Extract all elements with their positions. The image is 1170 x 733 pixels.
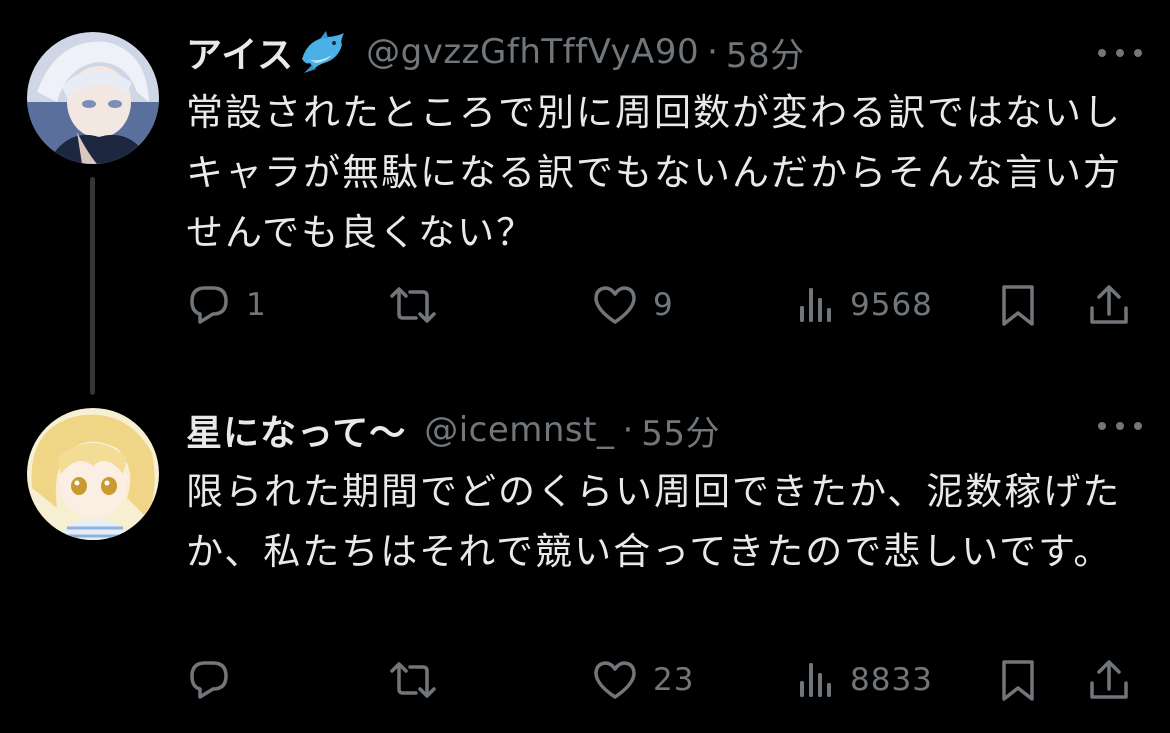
action-bar: 23 8833 bbox=[186, 655, 1146, 705]
heart-icon bbox=[591, 282, 639, 328]
reply-count: 1 bbox=[246, 287, 267, 323]
reply-icon bbox=[186, 657, 232, 703]
avatar[interactable] bbox=[27, 408, 159, 540]
reply-button[interactable]: 1 bbox=[186, 280, 267, 330]
views-button[interactable]: 9568 bbox=[796, 280, 933, 330]
tweet[interactable]: 星になって〜 @icemnst_ · 55分 限られた期間でどのくらい周回できた… bbox=[0, 380, 1170, 733]
heart-icon bbox=[591, 657, 639, 703]
like-button[interactable]: 9 bbox=[591, 280, 674, 330]
views-icon bbox=[796, 282, 836, 328]
handle[interactable]: @gvzzGfhTffVyA90 bbox=[366, 32, 699, 72]
avatar[interactable] bbox=[27, 32, 159, 164]
share-icon bbox=[1086, 282, 1132, 328]
share-button[interactable] bbox=[1086, 655, 1132, 705]
more-icon[interactable] bbox=[1098, 416, 1142, 436]
bookmark-button[interactable] bbox=[996, 280, 1040, 330]
like-button[interactable]: 23 bbox=[591, 655, 694, 705]
thread-line bbox=[90, 177, 95, 395]
reply-icon bbox=[186, 282, 232, 328]
timestamp[interactable]: 58分 bbox=[726, 28, 805, 77]
retweet-button[interactable] bbox=[386, 655, 454, 705]
tweet-header: 星になって〜 @icemnst_ · 55分 bbox=[186, 406, 720, 454]
share-icon bbox=[1086, 657, 1132, 703]
tweet-text: 常設されたところで別に周回数が変わる訳ではないしキャラが無駄になる訳でもないんだ… bbox=[186, 91, 1122, 254]
like-count: 23 bbox=[653, 662, 695, 698]
display-name[interactable]: アイス bbox=[186, 26, 294, 78]
retweet-button[interactable] bbox=[386, 280, 454, 330]
tweet-header: アイス @gvzzGfhTffVyA90 · 58分 bbox=[186, 28, 805, 76]
view-count: 8833 bbox=[850, 662, 933, 698]
more-icon[interactable] bbox=[1098, 43, 1142, 63]
bookmark-icon bbox=[996, 282, 1040, 328]
retweet-icon bbox=[386, 282, 440, 328]
separator: · bbox=[707, 32, 718, 72]
views-icon bbox=[796, 657, 836, 703]
dolphin-emoji-icon bbox=[298, 29, 348, 75]
bookmark-icon bbox=[996, 657, 1040, 703]
views-button[interactable]: 8833 bbox=[796, 655, 933, 705]
bookmark-button[interactable] bbox=[996, 655, 1040, 705]
retweet-icon bbox=[386, 657, 440, 703]
timestamp[interactable]: 55分 bbox=[641, 406, 720, 455]
like-count: 9 bbox=[653, 287, 674, 323]
display-name[interactable]: 星になって〜 bbox=[186, 404, 406, 456]
reply-button[interactable] bbox=[186, 655, 246, 705]
view-count: 9568 bbox=[850, 287, 933, 323]
tweet[interactable]: アイス @gvzzGfhTffVyA90 · 58分 常設されたところで別に周回… bbox=[0, 0, 1170, 395]
tweet-text: 限られた期間でどのくらい周回できたか、泥数稼げたか、私たちはそれで競い合ってきた… bbox=[186, 470, 1122, 573]
separator: · bbox=[622, 410, 634, 450]
handle[interactable]: @icemnst_ bbox=[424, 410, 614, 450]
action-bar: 1 9 9568 bbox=[186, 280, 1146, 330]
share-button[interactable] bbox=[1086, 280, 1132, 330]
